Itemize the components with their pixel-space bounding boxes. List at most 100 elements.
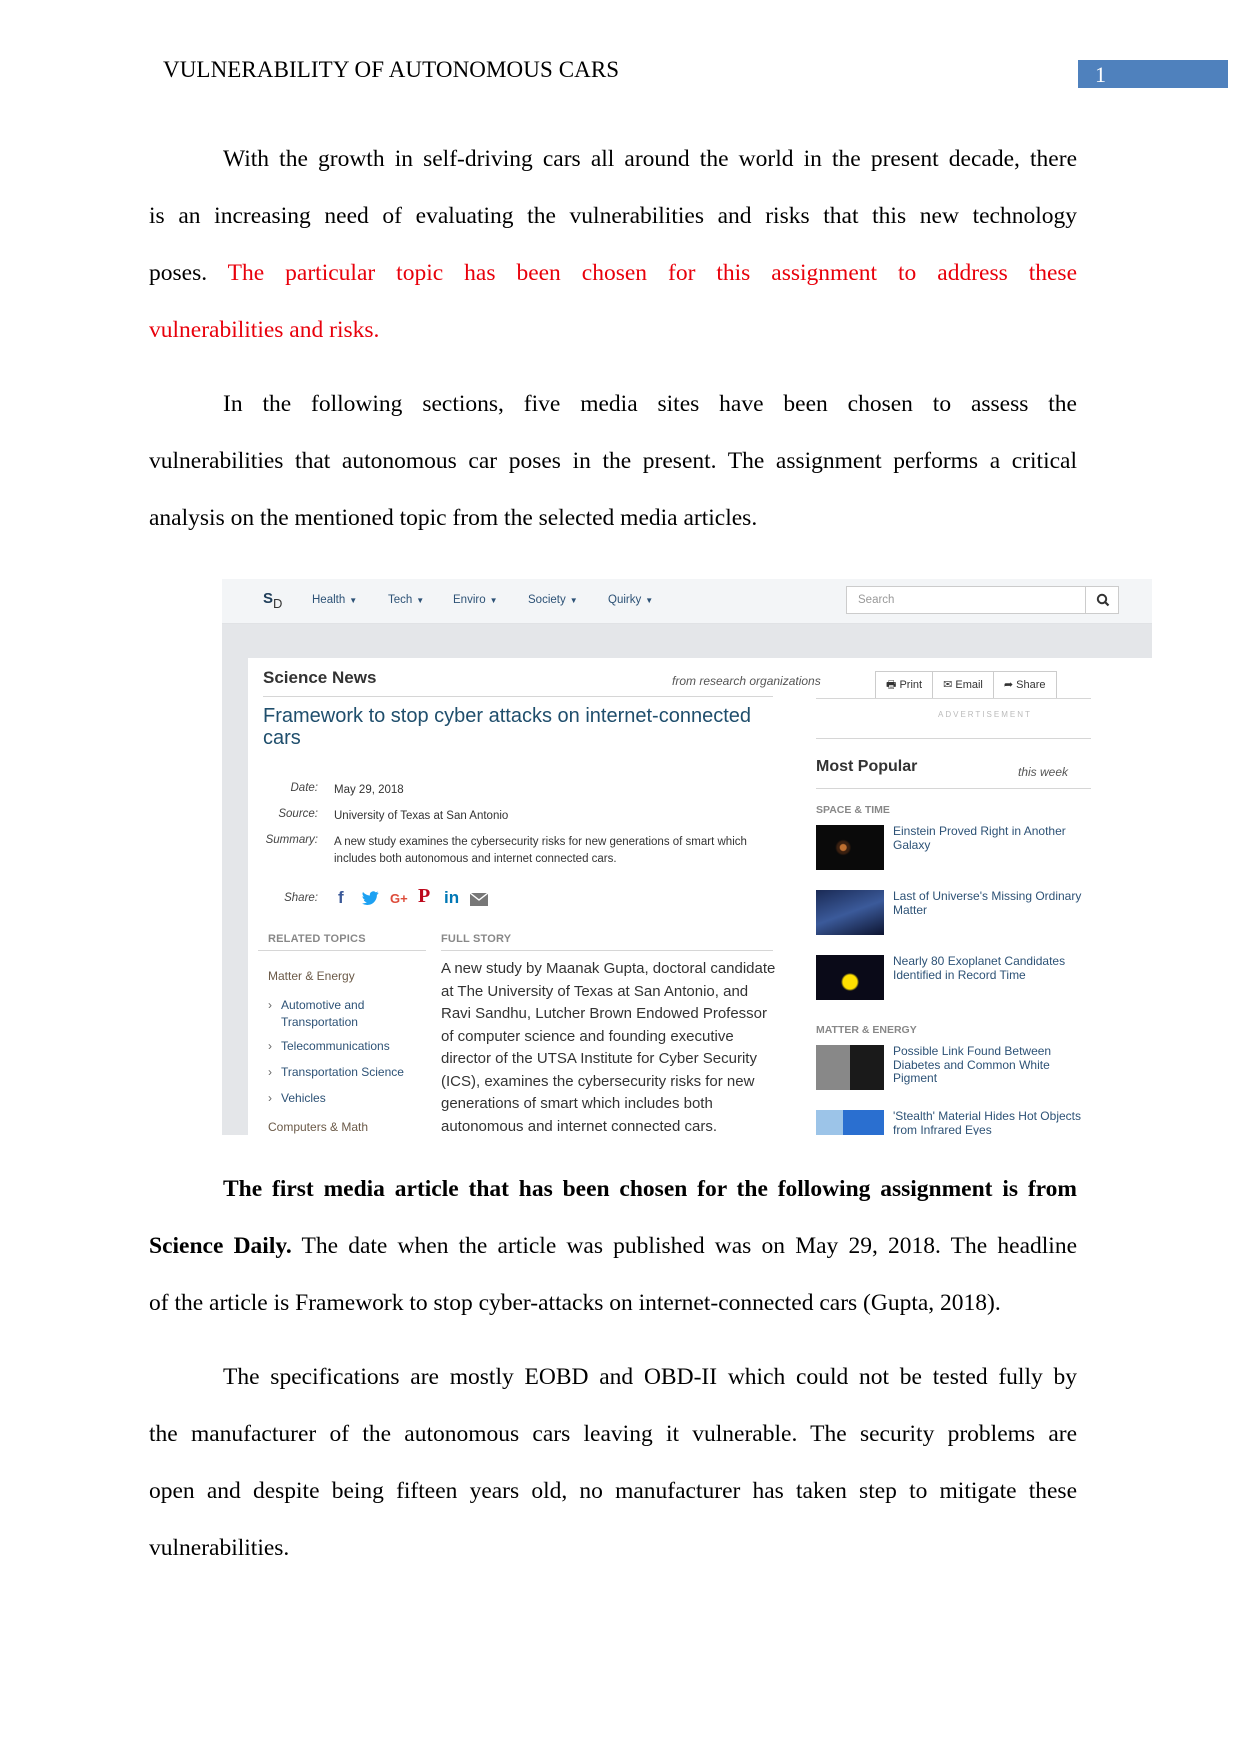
nav-quirky[interactable]: Quirky ▼ bbox=[608, 594, 653, 606]
text-line: analysis on the mentioned topic from the… bbox=[149, 505, 758, 531]
twitter-icon[interactable] bbox=[362, 890, 379, 910]
topic-label: Transportation Science bbox=[281, 1065, 404, 1079]
caret-down-icon: ▼ bbox=[489, 596, 498, 605]
topic-label: Telecommunications bbox=[281, 1039, 390, 1053]
facebook-icon[interactable]: f bbox=[338, 888, 344, 908]
search-input[interactable]: Search bbox=[846, 586, 1086, 614]
site-logo[interactable]: SD bbox=[263, 590, 282, 611]
popular-section-heading: SPACE & TIME bbox=[816, 804, 890, 816]
text-line: vulnerabilities that autonomous car pose… bbox=[149, 448, 1077, 474]
advertisement-label: ADVERTISEMENT bbox=[938, 710, 1032, 719]
text-line: Science Daily. The date when the article… bbox=[149, 1233, 1077, 1260]
bold-text: Science Daily. bbox=[149, 1233, 292, 1259]
text-line: poses. The particular topic has been cho… bbox=[149, 260, 1077, 287]
most-popular-period[interactable]: this week bbox=[1018, 765, 1068, 779]
nav-health[interactable]: Health ▼ bbox=[312, 594, 357, 606]
popular-article-link[interactable]: Nearly 80 Exoplanet Candidates Identifie… bbox=[893, 954, 1093, 982]
topic-label: Automotive and Transportation bbox=[281, 998, 365, 1029]
text-line: With the growth in self-driving cars all… bbox=[223, 146, 1077, 172]
topic-link[interactable]: › Transportation Science bbox=[268, 1064, 404, 1081]
topic-category[interactable]: Computers & Math bbox=[268, 1120, 368, 1134]
running-head: VULNERABILITY OF AUTONOMOUS CARS bbox=[163, 57, 620, 82]
google-plus-icon[interactable]: G+ bbox=[390, 891, 408, 906]
share-label: Share: bbox=[284, 892, 318, 904]
divider bbox=[816, 738, 1091, 739]
text-line: open and despite being fifteen years old… bbox=[149, 1478, 1077, 1504]
nav-society[interactable]: Society ▼ bbox=[528, 594, 578, 606]
date-label: Date: bbox=[290, 782, 319, 794]
chevron-right-icon: › bbox=[268, 1039, 272, 1053]
stealth-thumbnail[interactable] bbox=[816, 1110, 884, 1135]
section-title: Science News bbox=[263, 668, 377, 687]
pigment-thumbnail[interactable] bbox=[816, 1045, 884, 1090]
popular-section-heading: MATTER & ENERGY bbox=[816, 1024, 917, 1036]
text-line: vulnerabilities. bbox=[149, 1535, 290, 1561]
topic-label: Vehicles bbox=[281, 1091, 326, 1105]
popular-article-link[interactable]: 'Stealth' Material Hides Hot Objects fro… bbox=[893, 1109, 1093, 1135]
nav-label: Health bbox=[312, 594, 346, 606]
email-label: Email bbox=[955, 679, 983, 691]
popular-article-link[interactable]: Einstein Proved Right in Another Galaxy bbox=[893, 824, 1093, 852]
article-date: May 29, 2018 bbox=[334, 784, 404, 796]
nav-label: Quirky bbox=[608, 594, 642, 606]
print-button[interactable]: 🖶 Print bbox=[876, 672, 934, 698]
page-number: 1 bbox=[1095, 62, 1106, 87]
divider bbox=[258, 950, 426, 951]
envelope-icon: ✉ bbox=[943, 679, 953, 691]
share-label: Share bbox=[1016, 679, 1046, 691]
pinterest-icon[interactable]: P bbox=[418, 885, 430, 908]
section-subtitle: from research organizations bbox=[672, 674, 821, 688]
galaxy-thumbnail[interactable] bbox=[816, 825, 884, 870]
exoplanet-thumbnail[interactable] bbox=[816, 955, 884, 1000]
highlighted-text: vulnerabilities and risks. bbox=[149, 317, 380, 343]
text-line: the manufacturer of the autonomous cars … bbox=[149, 1421, 1077, 1447]
email-button[interactable]: ✉ Email bbox=[933, 672, 994, 698]
summary-label: Summary: bbox=[265, 834, 318, 846]
full-story-text: A new study by Maanak Gupta, doctoral ca… bbox=[441, 960, 776, 1135]
chevron-right-icon: › bbox=[268, 1091, 272, 1105]
site-navbar: SD Health ▼ Tech ▼ Enviro ▼ Society ▼ Quirky… bbox=[222, 579, 1152, 624]
text-line: is an increasing need of evaluating the … bbox=[149, 203, 1077, 229]
page-number-box: 1 bbox=[1078, 60, 1228, 88]
search-button[interactable] bbox=[1085, 586, 1119, 614]
full-story-heading: FULL STORY bbox=[441, 933, 512, 945]
chevron-right-icon: › bbox=[268, 998, 272, 1012]
share-button[interactable]: ➦ Share bbox=[994, 672, 1056, 698]
topic-link[interactable]: › Telecommunications bbox=[268, 1038, 390, 1055]
text-line: In the following sections, five media si… bbox=[223, 391, 1077, 417]
printer-icon: 🖶 bbox=[886, 679, 897, 691]
text-span: The date when the article was published … bbox=[301, 1233, 1078, 1259]
topic-category[interactable]: Matter & Energy bbox=[268, 969, 355, 983]
topic-link[interactable]: › Vehicles bbox=[268, 1090, 326, 1107]
article-panel: Science News from research organizations… bbox=[248, 658, 1152, 1135]
nav-enviro[interactable]: Enviro ▼ bbox=[453, 594, 498, 606]
email-icon[interactable] bbox=[469, 891, 489, 911]
highlighted-text: The particular topic has been chosen for… bbox=[227, 260, 1078, 286]
article-source: University of Texas at San Antonio bbox=[334, 810, 509, 822]
nav-label: Enviro bbox=[453, 594, 486, 606]
popular-article-link[interactable]: Possible Link Found Between Diabetes and… bbox=[893, 1044, 1093, 1086]
popular-article-link[interactable]: Last of Universe's Missing Ordinary Matt… bbox=[893, 889, 1093, 917]
caret-down-icon: ▼ bbox=[416, 596, 425, 605]
embedded-website-screenshot: SD Health ▼ Tech ▼ Enviro ▼ Society ▼ Quirky… bbox=[222, 579, 1152, 1135]
divider bbox=[441, 950, 773, 951]
linkedin-icon[interactable]: in bbox=[444, 888, 459, 908]
nav-tech[interactable]: Tech ▼ bbox=[388, 594, 424, 606]
text-line: of the article is Framework to stop cybe… bbox=[149, 1290, 1001, 1316]
search-placeholder: Search bbox=[858, 594, 895, 606]
caret-down-icon: ▼ bbox=[645, 596, 654, 605]
logo-letter: S bbox=[263, 590, 274, 607]
most-popular-heading: Most Popular bbox=[816, 758, 918, 775]
text-line: The first media article that has been ch… bbox=[149, 1176, 1077, 1203]
nav-label: Society bbox=[528, 594, 566, 606]
caret-down-icon: ▼ bbox=[569, 596, 578, 605]
caret-down-icon: ▼ bbox=[349, 596, 358, 605]
logo-sub-letter: D bbox=[273, 596, 283, 611]
source-label: Source: bbox=[278, 808, 318, 820]
topic-link[interactable]: › Automotive and Transportation bbox=[268, 997, 418, 1031]
divider bbox=[816, 698, 1091, 699]
share-arrow-icon: ➦ bbox=[1003, 679, 1014, 691]
bold-text: The first media article that has been ch… bbox=[223, 1176, 1077, 1202]
matter-thumbnail[interactable] bbox=[816, 890, 884, 935]
search-icon bbox=[1096, 593, 1110, 607]
